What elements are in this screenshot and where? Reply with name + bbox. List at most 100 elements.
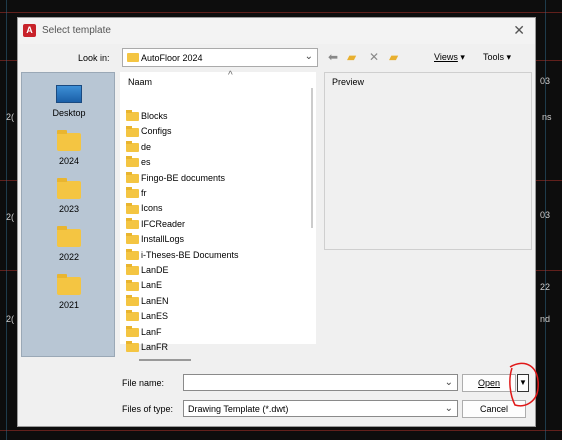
views-label: Views bbox=[434, 52, 458, 62]
bg-text: 03 bbox=[540, 76, 551, 86]
list-item-label: de bbox=[141, 141, 152, 152]
tools-menu[interactable]: Tools ▾ bbox=[483, 52, 511, 63]
bg-text: 2( bbox=[6, 212, 15, 222]
list-item[interactable]: es bbox=[126, 155, 151, 169]
sort-ascending-icon: ^ bbox=[228, 70, 233, 81]
list-item-label: Blocks bbox=[141, 111, 168, 121]
folder-icon bbox=[126, 294, 139, 306]
file-list[interactable]: ^ Naam Blocks Configs de es Fingo-BE documen… bbox=[120, 70, 316, 353]
list-item[interactable]: LanFR bbox=[126, 340, 168, 354]
folder-icon bbox=[57, 226, 81, 247]
list-item-label: LanEN bbox=[141, 295, 169, 306]
list-item-label: LanDE bbox=[141, 265, 169, 275]
place-label: Desktop bbox=[52, 108, 86, 118]
folder-icon bbox=[126, 156, 139, 168]
caret-down-icon: ▾ bbox=[506, 52, 512, 62]
close-icon[interactable]: ✕ bbox=[513, 22, 525, 39]
folder-icon bbox=[127, 53, 139, 62]
open-options-dropdown[interactable]: ▼ bbox=[517, 374, 529, 392]
folder-icon bbox=[126, 187, 139, 199]
place-2021[interactable]: 2021 bbox=[22, 274, 116, 310]
splitter[interactable] bbox=[311, 88, 313, 228]
list-item[interactable]: Icons bbox=[126, 201, 163, 215]
delete-icon[interactable]: ✕ bbox=[369, 50, 379, 64]
title-bar: A Select template ✕ bbox=[18, 18, 535, 44]
folder-icon bbox=[126, 110, 139, 122]
look-in-dropdown[interactable]: AutoFloor 2024 ⌄ bbox=[122, 48, 318, 67]
folder-icon bbox=[126, 264, 139, 276]
list-item[interactable]: LanEN bbox=[126, 294, 169, 308]
list-item-label: LanE bbox=[141, 280, 163, 291]
caret-down-icon: ▾ bbox=[460, 52, 465, 62]
chevron-down-icon[interactable]: ⌄ bbox=[445, 377, 453, 388]
chevron-down-icon: ⌄ bbox=[444, 403, 453, 414]
look-in-value: AutoFloor 2024 bbox=[141, 53, 203, 63]
folder-icon bbox=[57, 178, 81, 199]
new-folder-icon[interactable]: ▰ bbox=[389, 50, 398, 64]
list-item[interactable]: Fingo-BE documents bbox=[126, 171, 225, 185]
desktop-icon bbox=[56, 85, 82, 103]
caret-down-icon: ▼ bbox=[519, 378, 527, 387]
bg-text: 2( bbox=[6, 112, 15, 122]
bg-text: ns bbox=[542, 112, 552, 122]
list-item-label: i-Theses-BE Documents bbox=[141, 249, 239, 260]
open-button[interactable]: Open bbox=[462, 374, 516, 392]
folder-icon bbox=[126, 248, 139, 260]
preview-panel: Preview bbox=[324, 72, 532, 250]
files-of-type-select[interactable]: Drawing Template (*.dwt) ⌄ bbox=[183, 400, 458, 417]
views-menu[interactable]: Views ▾ bbox=[434, 52, 465, 63]
place-2022[interactable]: 2022 bbox=[22, 226, 116, 262]
list-item-label: LanFR bbox=[141, 342, 169, 352]
folder-icon bbox=[126, 125, 139, 137]
folder-icon bbox=[57, 274, 81, 295]
list-item-label: LanES bbox=[141, 311, 169, 322]
list-item[interactable]: Configs bbox=[126, 124, 172, 138]
place-label: 2021 bbox=[58, 300, 80, 310]
list-item[interactable]: LanES bbox=[126, 309, 168, 323]
files-of-type-value: Drawing Template (*.dwt) bbox=[188, 404, 289, 414]
folder-icon bbox=[126, 341, 139, 353]
list-item[interactable]: Blocks bbox=[126, 109, 168, 123]
folder-icon bbox=[126, 310, 139, 322]
cancel-button[interactable]: Cancel bbox=[462, 400, 526, 418]
bg-text: 2( bbox=[6, 314, 15, 324]
preview-label: Preview bbox=[332, 77, 365, 87]
list-item-label: Fingo-BE documents bbox=[141, 172, 226, 183]
files-of-type-label: Files of type: bbox=[122, 404, 174, 414]
folder-icon bbox=[126, 279, 139, 291]
list-item[interactable]: LanDE bbox=[126, 263, 169, 277]
chevron-down-icon: ⌄ bbox=[304, 51, 313, 62]
folder-icon bbox=[126, 171, 139, 183]
folder-icon bbox=[126, 325, 139, 337]
file-name-input[interactable]: ⌄ bbox=[183, 374, 458, 391]
bg-text: 22 bbox=[540, 282, 551, 292]
list-item[interactable]: LanE bbox=[126, 278, 162, 292]
list-item[interactable]: IFCReader bbox=[126, 217, 185, 231]
list-item[interactable]: fr bbox=[126, 186, 147, 200]
up-folder-icon[interactable]: ▰ bbox=[347, 50, 356, 64]
folder-icon bbox=[126, 140, 139, 152]
list-item[interactable]: de bbox=[126, 140, 151, 154]
bg-text: 03 bbox=[540, 210, 551, 220]
cancel-label: Cancel bbox=[479, 404, 508, 414]
autocad-app-icon: A bbox=[23, 24, 36, 37]
tools-label: Tools bbox=[483, 52, 505, 62]
back-arrow-icon[interactable]: ⬅ bbox=[328, 50, 338, 64]
list-item[interactable]: i-Theses-BE Documents bbox=[126, 248, 239, 262]
file-name-label: File name: bbox=[122, 378, 165, 388]
list-item-label: fr bbox=[141, 188, 147, 198]
horizontal-scrollbar[interactable] bbox=[139, 359, 191, 361]
folder-icon bbox=[126, 217, 139, 229]
list-item[interactable]: LanF bbox=[126, 325, 162, 339]
place-desktop[interactable]: Desktop bbox=[22, 85, 116, 118]
places-sidebar: Desktop 2024 2023 2022 2021 bbox=[21, 72, 115, 357]
folder-icon bbox=[126, 233, 139, 245]
place-2023[interactable]: 2023 bbox=[22, 178, 116, 214]
place-2024[interactable]: 2024 bbox=[22, 130, 116, 166]
column-header-name[interactable]: Naam bbox=[128, 77, 152, 87]
list-item[interactable]: InstallLogs bbox=[126, 232, 184, 246]
folder-icon bbox=[57, 130, 81, 151]
bg-text: nd bbox=[540, 314, 551, 324]
list-item-label: Configs bbox=[141, 126, 172, 137]
folder-icon bbox=[126, 202, 139, 214]
